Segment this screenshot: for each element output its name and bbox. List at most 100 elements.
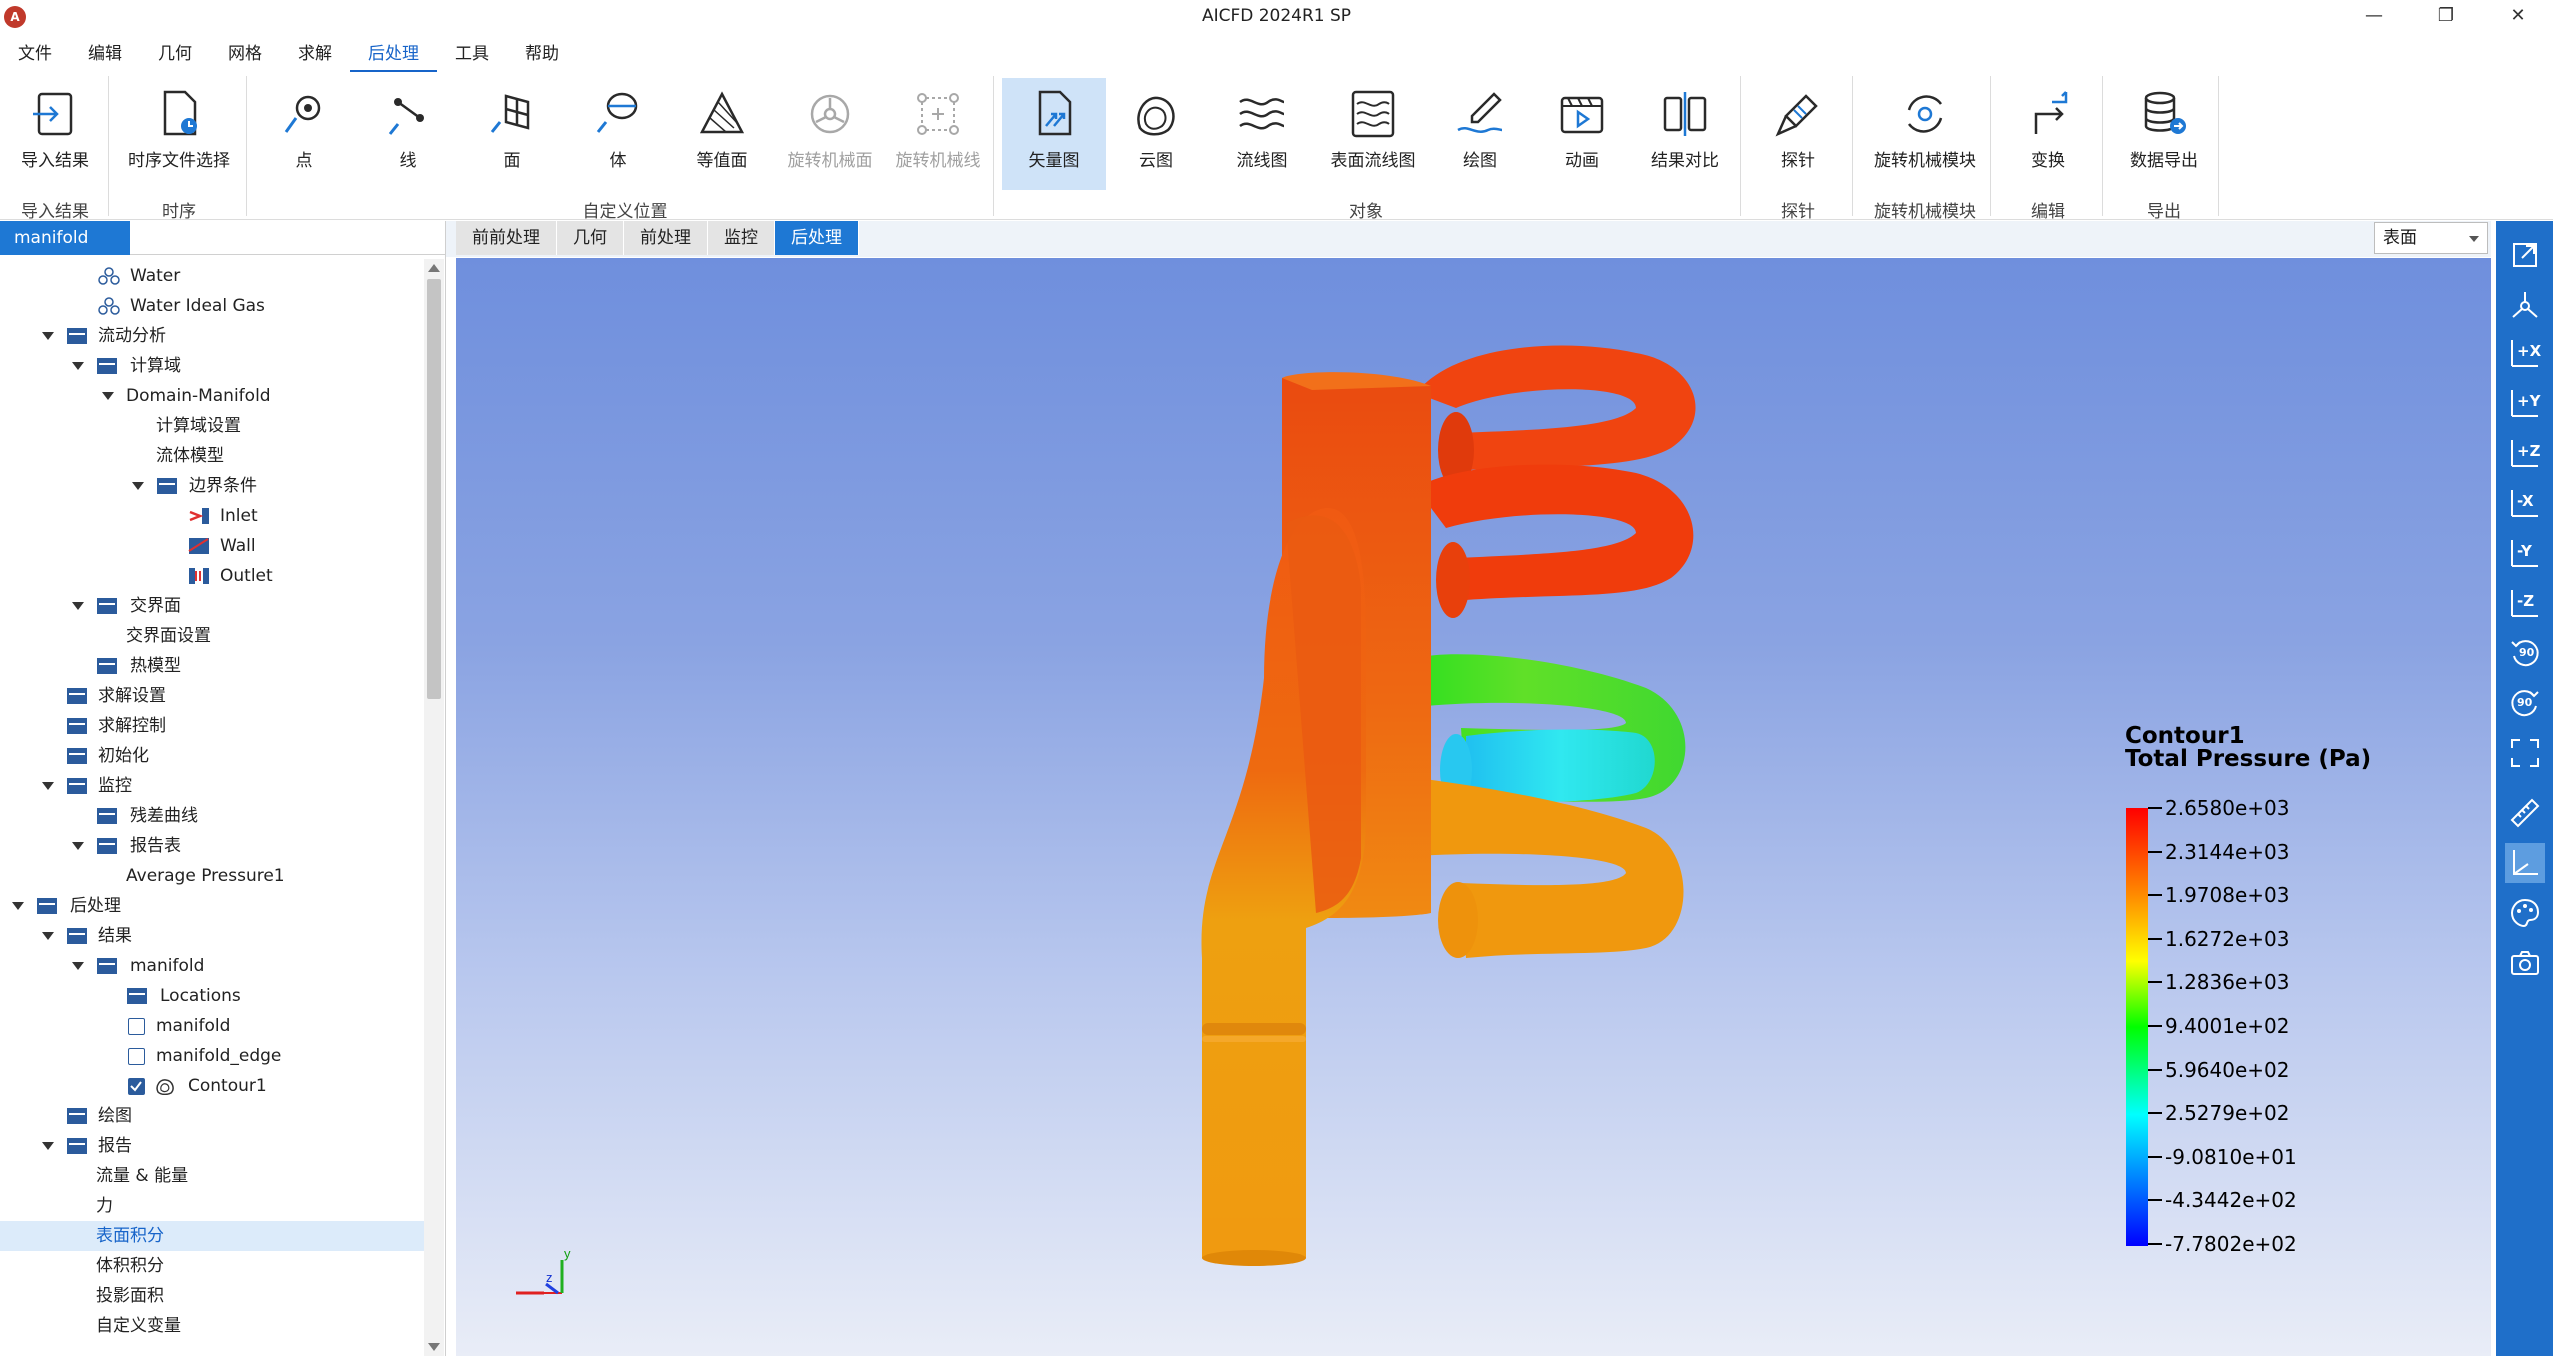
- view-z-positive-button[interactable]: +Z: [2505, 433, 2545, 473]
- tree-item-flow-analysis[interactable]: 流动分析: [0, 321, 424, 351]
- expand-arrow-icon[interactable]: [102, 392, 114, 400]
- rotate-ccw-button[interactable]: 90: [2505, 633, 2545, 673]
- isosurface-button[interactable]: 等值面: [680, 78, 764, 190]
- vector-button[interactable]: 矢量图: [1002, 78, 1106, 190]
- line-button[interactable]: 线: [366, 78, 450, 190]
- tree-item-surface-integral[interactable]: 表面积分: [0, 1221, 424, 1251]
- tab-manifold[interactable]: manifold: [0, 221, 130, 255]
- import-result-button[interactable]: 导入结果: [8, 78, 102, 190]
- tree-item-solve-settings[interactable]: 求解设置: [0, 681, 424, 711]
- tree-item-plots[interactable]: 绘图: [0, 1101, 424, 1131]
- tree-item-domain-settings[interactable]: 计算域设置: [0, 411, 424, 441]
- face-button[interactable]: 面: [470, 78, 554, 190]
- tree-item-manifold-edge[interactable]: manifold_edge: [0, 1041, 424, 1071]
- fit-view-button[interactable]: [2505, 235, 2545, 275]
- tree-item-boundary[interactable]: 边界条件: [0, 471, 424, 501]
- tree-item-domain[interactable]: 计算域: [0, 351, 424, 381]
- expand-arrow-icon[interactable]: [132, 482, 144, 490]
- expand-arrow-icon[interactable]: [72, 602, 84, 610]
- data-export-button[interactable]: 数据导出: [2116, 78, 2212, 190]
- tree-item-manifold-object[interactable]: manifold: [0, 1011, 424, 1041]
- tab-pre-preprocess[interactable]: 前前处理: [456, 221, 557, 255]
- menu-edit[interactable]: 编辑: [70, 36, 140, 72]
- tree-scrollbar[interactable]: [424, 259, 444, 1356]
- tree-item-outlet[interactable]: Outlet: [0, 561, 424, 591]
- fullscreen-button[interactable]: [2505, 733, 2545, 773]
- point-button[interactable]: 点: [262, 78, 346, 190]
- view-x-negative-button[interactable]: -X: [2505, 483, 2545, 523]
- time-file-button[interactable]: 时序文件选择: [116, 78, 242, 190]
- expand-arrow-icon[interactable]: [42, 782, 54, 790]
- tree-item-custom-variable[interactable]: 自定义变量: [0, 1311, 424, 1341]
- rotate-cw-button[interactable]: 90: [2505, 683, 2545, 723]
- scroll-thumb[interactable]: [427, 279, 441, 699]
- menu-file[interactable]: 文件: [0, 36, 70, 72]
- expand-arrow-icon[interactable]: [72, 842, 84, 850]
- tree-item-flow-energy[interactable]: 流量 & 能量: [0, 1161, 424, 1191]
- tab-geometry[interactable]: 几何: [557, 221, 624, 255]
- tree-item-locations[interactable]: Locations: [0, 981, 424, 1011]
- visibility-checkbox[interactable]: [128, 1048, 145, 1065]
- contour-button[interactable]: 云图: [1114, 78, 1198, 190]
- tree-item-report[interactable]: 报告: [0, 1131, 424, 1161]
- visibility-checkbox[interactable]: [128, 1078, 145, 1095]
- scroll-down-icon[interactable]: [428, 1343, 440, 1351]
- tree-item-init[interactable]: 初始化: [0, 741, 424, 771]
- expand-arrow-icon[interactable]: [72, 962, 84, 970]
- menu-help[interactable]: 帮助: [507, 36, 577, 72]
- menu-tools[interactable]: 工具: [437, 36, 507, 72]
- expand-arrow-icon[interactable]: [42, 1142, 54, 1150]
- tree-item-report-table[interactable]: 报告表: [0, 831, 424, 861]
- probe-button[interactable]: 探针: [1756, 78, 1840, 190]
- tab-monitor[interactable]: 监控: [708, 221, 775, 255]
- tree-item-monitor[interactable]: 监控: [0, 771, 424, 801]
- tree-item-domain-manifold[interactable]: Domain-Manifold: [0, 381, 424, 411]
- tree-item-contour1[interactable]: Contour1: [0, 1071, 424, 1101]
- tree-item-postprocess[interactable]: 后处理: [0, 891, 424, 921]
- rotating-line-button[interactable]: 旋转机械线: [888, 78, 988, 190]
- animation-button[interactable]: 动画: [1540, 78, 1624, 190]
- scroll-up-icon[interactable]: [428, 264, 440, 272]
- tree-item-average-pressure[interactable]: Average Pressure1: [0, 861, 424, 891]
- color-settings-button[interactable]: [2505, 893, 2545, 933]
- screenshot-button[interactable]: [2505, 943, 2545, 983]
- minimize-button[interactable]: —: [2352, 0, 2396, 34]
- tree-item-manifold-result[interactable]: manifold: [0, 951, 424, 981]
- menu-mesh[interactable]: 网格: [210, 36, 280, 72]
- menu-postprocess[interactable]: 后处理: [350, 36, 437, 72]
- view-z-negative-button[interactable]: -Z: [2505, 583, 2545, 623]
- tree-item-force[interactable]: 力: [0, 1191, 424, 1221]
- tree-item-solve-control[interactable]: 求解控制: [0, 711, 424, 741]
- menu-solve[interactable]: 求解: [280, 36, 350, 72]
- expand-arrow-icon[interactable]: [72, 362, 84, 370]
- restore-button[interactable]: ❐: [2424, 0, 2468, 34]
- axes-toggle-button[interactable]: [2505, 843, 2545, 883]
- expand-arrow-icon[interactable]: [12, 902, 24, 910]
- tree-item-residual[interactable]: 残差曲线: [0, 801, 424, 831]
- tree-item-inlet[interactable]: Inlet: [0, 501, 424, 531]
- expand-arrow-icon[interactable]: [42, 932, 54, 940]
- rotating-face-button[interactable]: 旋转机械面: [780, 78, 880, 190]
- plot-button[interactable]: 绘图: [1438, 78, 1522, 190]
- isometric-view-button[interactable]: [2505, 285, 2545, 325]
- tab-postprocess[interactable]: 后处理: [775, 221, 859, 255]
- tree-item-wall[interactable]: Wall: [0, 531, 424, 561]
- view-y-positive-button[interactable]: +Y: [2505, 383, 2545, 423]
- close-button[interactable]: ✕: [2496, 0, 2540, 34]
- tree-item-fluid-model[interactable]: 流体模型: [0, 441, 424, 471]
- menu-geometry[interactable]: 几何: [140, 36, 210, 72]
- view-x-positive-button[interactable]: +X: [2505, 333, 2545, 373]
- display-mode-select[interactable]: 表面: [2374, 222, 2488, 254]
- tree-item-volume-integral[interactable]: 体积积分: [0, 1251, 424, 1281]
- transform-button[interactable]: 变换: [2006, 78, 2090, 190]
- rotating-module-button[interactable]: 旋转机械模块: [1866, 78, 1984, 190]
- tree-item-water[interactable]: Water: [0, 261, 424, 291]
- tree-item-projected-area[interactable]: 投影面积: [0, 1281, 424, 1311]
- view-y-negative-button[interactable]: -Y: [2505, 533, 2545, 573]
- tree-item-interface[interactable]: 交界面: [0, 591, 424, 621]
- measure-button[interactable]: [2505, 793, 2545, 833]
- tab-preprocess[interactable]: 前处理: [624, 221, 708, 255]
- expand-arrow-icon[interactable]: [42, 332, 54, 340]
- tree-item-heat-model[interactable]: 热模型: [0, 651, 424, 681]
- compare-button[interactable]: 结果对比: [1640, 78, 1730, 190]
